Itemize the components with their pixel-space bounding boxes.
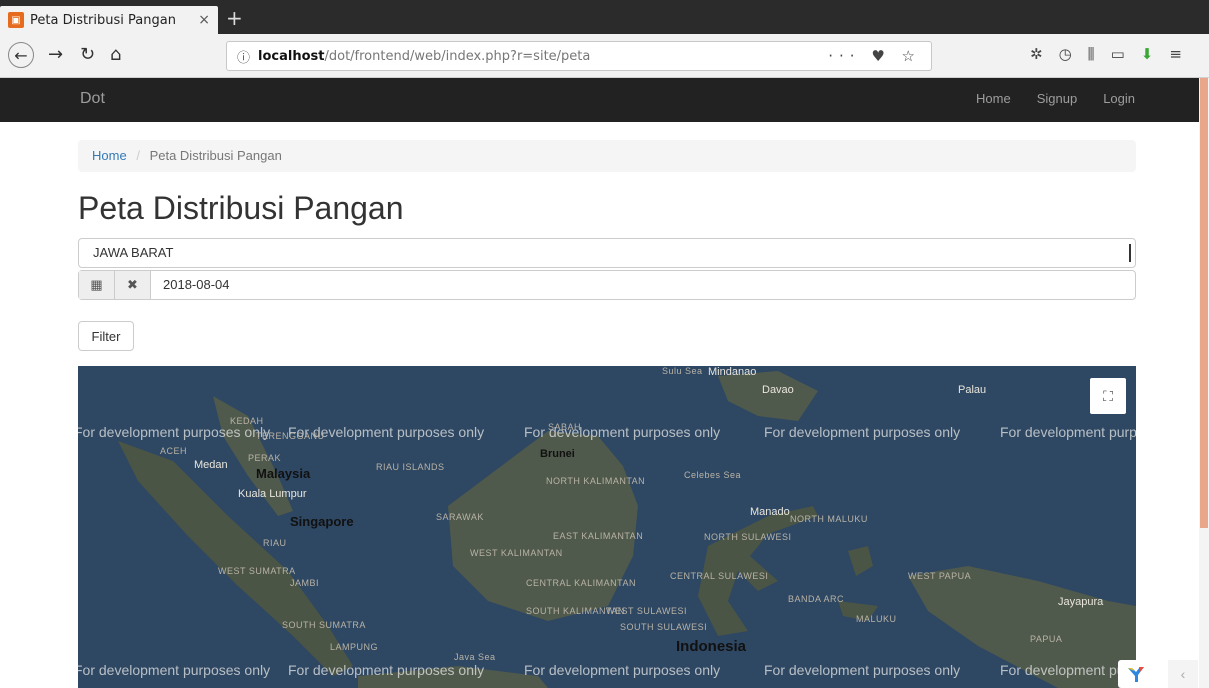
browser-toolbar: ← → ↻ ⌂ ⓘ localhost/dot/frontend/web/ind…: [0, 34, 1209, 78]
breadcrumb-home-link[interactable]: Home: [92, 148, 127, 163]
map-city-label: Jayapura: [1058, 596, 1104, 608]
map-landmass: [118, 371, 1136, 688]
map-region-label: CENTRAL SULAWESI: [670, 571, 769, 581]
nav-home-link[interactable]: Home: [976, 91, 1011, 106]
menu-icon[interactable]: ≡: [1169, 45, 1182, 63]
map-region-label: PAPUA: [1030, 634, 1063, 644]
date-input-group: ▦ ✖ 2018-08-04: [78, 270, 1136, 300]
reload-icon[interactable]: ↻: [80, 44, 95, 65]
map-sea-label: Java Sea: [454, 652, 496, 662]
tab-close-icon[interactable]: ×: [198, 12, 210, 28]
extension-icon[interactable]: ✲: [1030, 45, 1043, 63]
dev-watermark: For development purposes only: [764, 424, 961, 440]
map-region-label: WEST SUMATRA: [218, 566, 296, 576]
calendar-icon[interactable]: ▦: [79, 271, 115, 299]
history-icon[interactable]: ◷: [1059, 45, 1072, 63]
province-select-value: JAWA BARAT: [93, 245, 174, 260]
map-region-label: SOUTH SUMATRA: [282, 620, 366, 630]
home-icon[interactable]: ⌂: [110, 44, 121, 65]
map-city-label: Davao: [762, 384, 794, 396]
map-city-label: Brunei: [540, 448, 575, 460]
map-region-label: NORTH KALIMANTAN: [546, 476, 646, 486]
dev-watermark: For development purposes only: [1000, 662, 1136, 678]
url-path: /dot/frontend/web/index.php?r=site/peta: [324, 48, 591, 64]
dev-watermark: For development purposes only: [524, 662, 721, 678]
map-region-label: CENTRAL KALIMANTAN: [526, 578, 637, 588]
url-host: localhost: [258, 48, 325, 64]
province-select[interactable]: JAWA BARAT: [78, 238, 1136, 268]
map-region-label: LAMPUNG: [330, 642, 379, 652]
breadcrumb: Home / Peta Distribusi Pangan: [78, 140, 1136, 172]
map-region-label: TERENGGANU: [256, 431, 325, 441]
map-region-label: RIAU: [263, 538, 287, 548]
fullscreen-icon[interactable]: ⛶: [1090, 378, 1126, 414]
map-region-label: WEST KALIMANTAN: [470, 548, 563, 558]
map-city-label: Medan: [194, 459, 228, 471]
url-actions[interactable]: ··· ♥ ☆: [828, 47, 921, 65]
nav-login-link[interactable]: Login: [1103, 91, 1135, 106]
map-region-label: WEST SULAWESI: [606, 606, 688, 616]
select-arrow-icon: [1127, 244, 1131, 262]
dev-watermark: For development purposes only: [288, 662, 485, 678]
url-bar[interactable]: ⓘ localhost/dot/frontend/web/index.php?r…: [226, 41, 932, 71]
map-region-label: PERAK: [248, 453, 282, 463]
debug-toolbar-widget[interactable]: [1118, 660, 1168, 688]
filter-button[interactable]: Filter: [78, 321, 134, 351]
tab-title: Peta Distribusi Pangan: [30, 12, 176, 28]
favicon-icon: ▣: [8, 12, 24, 28]
site-navbar: Dot Home Signup Login: [0, 78, 1199, 122]
map-region-label: RIAU ISLANDS: [376, 462, 445, 472]
map-region-label: EAST KALIMANTAN: [553, 531, 644, 541]
dev-watermark: For development purposes only: [78, 424, 271, 440]
map-region-label: SABAH: [548, 422, 582, 432]
map-region-label: NORTH MALUKU: [790, 514, 868, 524]
dev-watermark: For development purposes only: [764, 662, 961, 678]
back-icon[interactable]: ←: [8, 42, 34, 68]
map-city-label: Mindanao: [708, 366, 757, 378]
breadcrumb-current: Peta Distribusi Pangan: [149, 148, 282, 163]
brand-link[interactable]: Dot: [80, 90, 105, 108]
map-city-label: Kuala Lumpur: [238, 488, 307, 500]
map-region-label: NORTH SULAWESI: [704, 532, 792, 542]
map-region-label: BANDA ARC: [788, 594, 845, 604]
map-region-label: JAMBI: [290, 578, 320, 588]
download-icon[interactable]: ⬇: [1141, 45, 1154, 63]
map-region-label: MALUKU: [856, 614, 897, 624]
new-tab-button[interactable]: +: [226, 6, 243, 30]
nav-signup-link[interactable]: Signup: [1037, 91, 1077, 106]
library-icon[interactable]: ⫼: [1088, 45, 1095, 63]
page-scrollbar[interactable]: [1199, 78, 1209, 688]
map-region-label: WEST PAPUA: [908, 571, 972, 581]
map-region-label: SOUTH SULAWESI: [620, 622, 708, 632]
browser-tabbar: ▣ Peta Distribusi Pangan × +: [0, 0, 1209, 34]
forward-icon[interactable]: →: [48, 44, 63, 65]
page-title: Peta Distribusi Pangan: [78, 190, 404, 226]
map-city-label: Palau: [958, 384, 987, 396]
site-nav-links: Home Signup Login: [976, 91, 1135, 106]
map-city-label: Manado: [750, 506, 790, 518]
browser-toolbar-icons: ✲ ◷ ⫼ ▭ ⬇ ≡: [1030, 45, 1182, 63]
clear-date-icon[interactable]: ✖: [115, 271, 151, 299]
collapse-toolbar-icon[interactable]: ‹: [1168, 660, 1198, 688]
sidebar-icon[interactable]: ▭: [1111, 45, 1125, 63]
dev-watermark: For development purposes only: [78, 662, 271, 678]
map-country-label: Singapore: [290, 514, 354, 529]
distribution-map[interactable]: For development purposes only For develo…: [78, 366, 1136, 688]
dev-watermark: For development purposes only: [1000, 424, 1136, 440]
browser-tab[interactable]: ▣ Peta Distribusi Pangan ×: [0, 6, 218, 34]
scrollbar-thumb[interactable]: [1200, 78, 1208, 528]
date-input[interactable]: 2018-08-04: [151, 271, 242, 299]
map-region-label: ACEH: [160, 446, 188, 456]
map-sea-label: Celebes Sea: [684, 470, 742, 480]
info-icon[interactable]: ⓘ: [237, 47, 250, 66]
map-region-label: SARAWAK: [436, 512, 484, 522]
map-country-label: Indonesia: [676, 638, 747, 655]
map-country-label: Malaysia: [256, 466, 311, 481]
yii-logo-icon: [1128, 667, 1144, 682]
map-sea-label: Sulu Sea: [662, 366, 703, 376]
breadcrumb-separator: /: [136, 148, 140, 163]
map-region-label: KEDAH: [230, 416, 264, 426]
